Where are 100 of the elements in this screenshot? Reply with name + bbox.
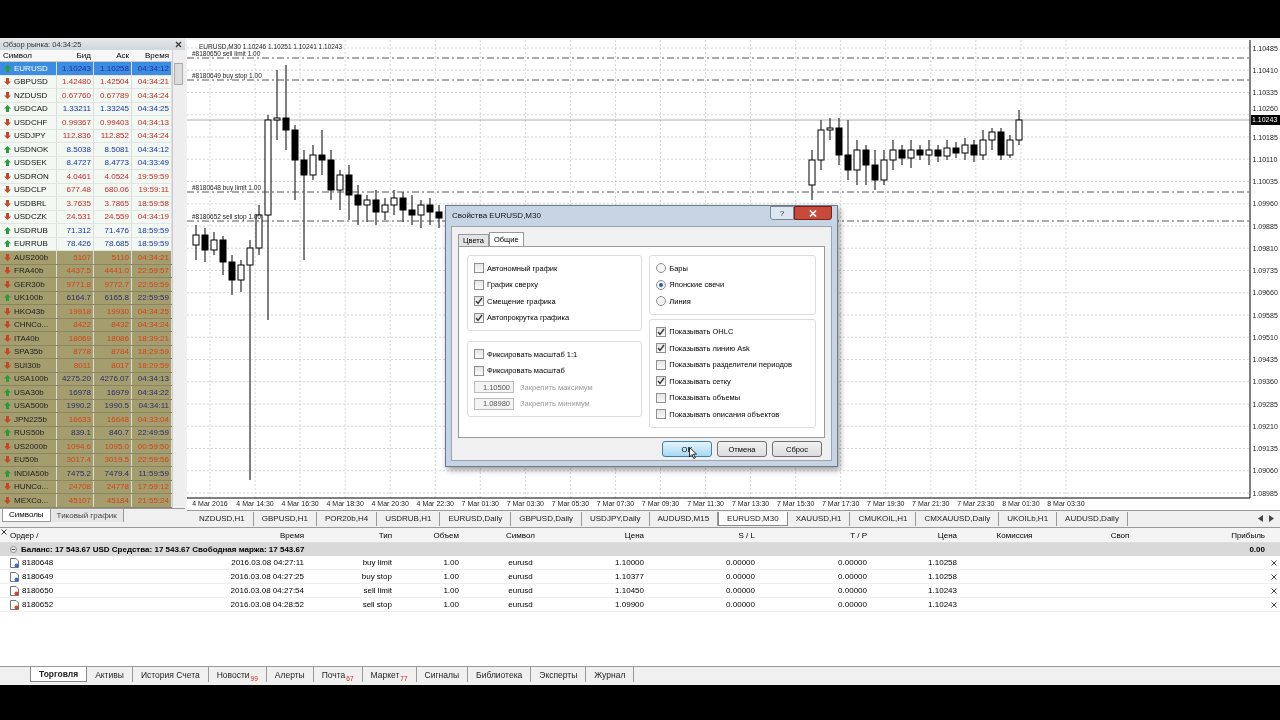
symbol-row[interactable]: USDRUB 71.312 71.476 18:59:59 [0,224,172,238]
panel-tab[interactable]: Символы [2,508,51,522]
radio-button[interactable] [656,279,667,290]
chart-tab[interactable]: USDRUB,H1 [377,511,441,526]
scroll-right-icon[interactable] [1268,515,1274,522]
column-header[interactable]: Символ [0,51,57,60]
table-cell: 0.00000 [726,600,755,609]
ask-price: 1990.5 [94,399,132,412]
panel-tab[interactable]: Тиковый график [50,508,124,522]
symbol-row[interactable]: INDIA50b 7475.2 7479.4 11:59:59 [0,467,172,481]
symbol-row[interactable]: HKO43b 19918 19930 04:34:25 [0,305,172,319]
chart-tab[interactable]: EURUSD,M30 [718,511,788,526]
symbol-row[interactable]: NZDUSD 0.67760 0.67789 04:34:24 [0,89,172,103]
terminal-tab[interactable]: Алерты [266,667,314,682]
terminal-tab[interactable]: История Счета [132,667,209,682]
radio-button[interactable] [656,296,667,307]
symbol-row[interactable]: JPN225b 16633 16648 04:33:04 [0,413,172,427]
collapse-icon[interactable] [10,546,17,553]
column-header[interactable]: Ордер / [0,530,200,540]
checkbox[interactable] [474,349,484,360]
column-header[interactable]: Комиссия [959,530,1070,540]
radio-button[interactable] [656,263,667,274]
close-icon[interactable] [1270,601,1277,608]
table-cell: 0.00000 [838,572,867,581]
order-line[interactable] [187,191,1251,193]
close-icon[interactable] [1270,559,1277,566]
symbol-row[interactable]: SUI30b 8011 8017 18:29:59 [0,359,172,373]
chart-tab[interactable]: POR20b,H4 [317,511,378,526]
chart-tab[interactable]: UKOILb,H1 [999,511,1058,526]
ask-price: 8784 [94,345,132,358]
terminal-tab[interactable]: Библиотека [468,667,532,682]
symbol-name: USDCHF [14,117,48,127]
chart-tab[interactable]: GBPUSD,H1 [253,511,317,526]
column-header[interactable]: Цена [869,530,959,540]
bid-price: 8.5038 [57,143,94,156]
checkbox[interactable] [656,326,667,337]
column-header[interactable]: Тип [306,530,394,540]
symbol-row[interactable]: GER30b 9771.8 9772.7 22:59:59 [0,278,172,292]
terminal-tab[interactable]: Новости$_{99}$ [208,667,267,682]
column-header[interactable]: Бид [57,51,94,60]
scroll-left-icon[interactable] [1258,515,1264,522]
column-header[interactable]: S / L [646,530,757,540]
column-header[interactable]: Прибыль [1170,530,1267,540]
terminal-tab[interactable]: Почта$_{67}$ [313,667,363,682]
column-header[interactable]: Цена [580,530,646,540]
chart-tab[interactable]: CMUKOIL,H1 [850,511,917,526]
close-icon[interactable] [175,40,182,48]
chart-tab[interactable]: AUDUSD,Daily [1057,511,1128,526]
checkbox[interactable] [656,409,667,420]
chart-tab[interactable]: NZDUSD,H1 [191,511,254,526]
chart-tab[interactable]: USDJPY,Daily [582,511,650,526]
help-button[interactable]: ? [770,206,794,220]
chart-tab[interactable]: XAUUSD,H1 [787,511,851,526]
terminal-tab[interactable]: Торговля [30,667,88,682]
terminal-tab[interactable]: Маркет$_{77}$ [362,667,417,682]
terminal-tab[interactable]: Сигналы [416,667,469,682]
checkbox[interactable] [474,263,484,274]
symbol-row[interactable]: ITA40b 18069 18086 18:39:21 [0,332,172,346]
checkbox[interactable] [474,279,484,290]
symbol-row[interactable]: USDRON 4.0461 4.0524 19:59:59 [0,170,172,184]
symbol-row[interactable]: USDBRL 3.7635 3.7865 18:59:58 [0,197,172,211]
checkbox[interactable] [656,392,667,403]
scrollbar[interactable] [172,50,185,508]
symbol-name: USA100b [14,374,49,384]
checkbox[interactable] [474,312,484,323]
symbol-name: FRA40b [14,266,44,276]
symbol-row[interactable]: USDCHF 0.99367 0.99403 04:34:13 [0,116,172,130]
symbol-name: USDCAD [14,104,48,114]
bid-price: 8011 [57,359,94,372]
symbol-name: GER30b [14,279,45,289]
terminal-tab[interactable]: Эксперты [531,667,587,682]
table-cell: 1.00 [443,572,459,581]
checkbox[interactable] [474,296,484,307]
terminal-tab[interactable]: Журнал [586,667,635,682]
symbol-row[interactable]: AUS200b 5107 5110 04:34:21 [0,251,172,265]
symbol-row[interactable]: MEXCo... 45107 45184 21:55:24 [0,494,172,508]
symbol-row[interactable]: USA30b 16978 16979 04:34:22 [0,386,172,400]
symbol-name: AUS200b [14,252,49,262]
checkbox[interactable] [656,376,667,387]
column-header[interactable]: Своп [1070,530,1170,540]
column-header[interactable]: T / P [757,530,869,540]
column-header[interactable]: Время [200,530,306,540]
close-button[interactable] [794,206,832,220]
close-icon[interactable] [1270,573,1277,580]
ask-price: 3.7865 [94,197,132,210]
close-icon[interactable] [1270,587,1277,594]
terminal-tab[interactable]: Активы [87,667,133,682]
symbol-name: SUI30b [14,360,41,370]
column-header[interactable]: Объем [394,530,461,540]
symbol-row[interactable]: US2000b 1094.6 1095.0 00:59:50 [0,440,172,454]
checkbox[interactable] [656,343,667,354]
chart-tab[interactable]: CMXAUUSD,Daily [916,511,1000,526]
chart-tab[interactable]: EURUSD,Daily [440,511,512,526]
chart-tab[interactable]: GBPUSD,Daily [511,511,582,526]
column-header[interactable]: Время [132,51,172,60]
checkbox[interactable] [474,365,484,376]
checkbox[interactable] [656,359,667,370]
column-header[interactable]: Аск [94,51,132,60]
symbol-row[interactable]: USDNOK 8.5038 8.5081 04:34:12 [0,143,172,157]
column-header[interactable]: Символ [461,530,580,540]
